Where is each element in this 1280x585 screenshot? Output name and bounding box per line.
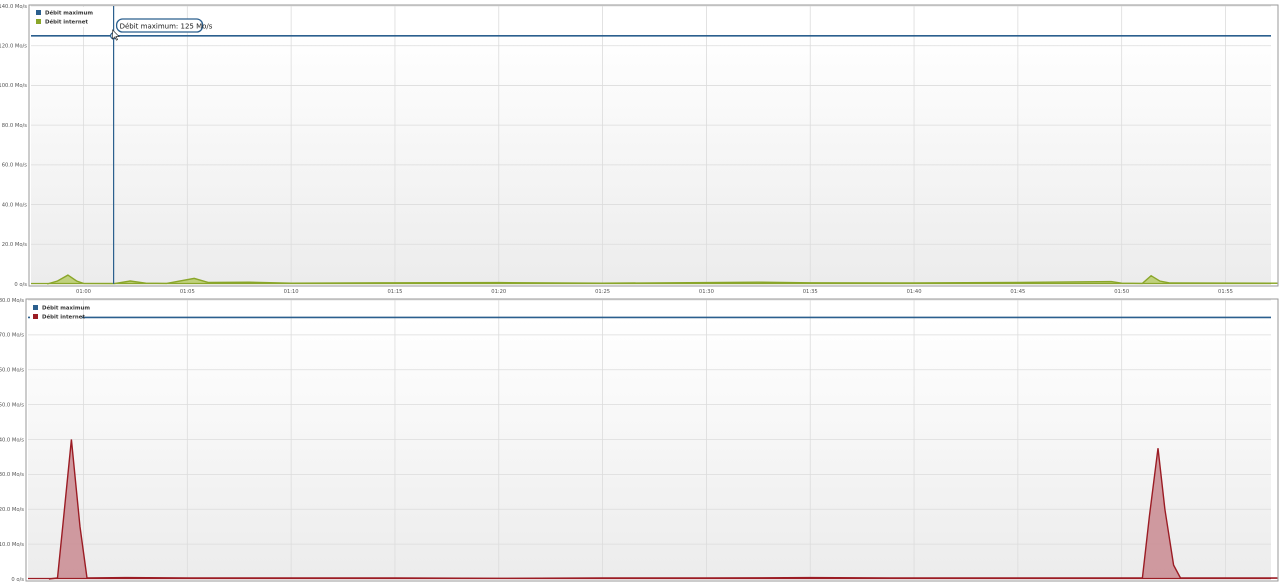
outbound-legend-label-max: Débit maximum xyxy=(42,305,90,312)
inbound-x-tick-label: 01:50 xyxy=(1114,289,1129,295)
tooltip-text: Débit maximum: 125 Mo/s xyxy=(120,22,213,30)
inbound-legend: Débit maximum Débit internet xyxy=(33,7,93,27)
inbound-x-tick-label: 01:20 xyxy=(491,289,506,295)
inbound-x-tick-label: 01:55 xyxy=(1218,289,1233,295)
inbound-x-tick-label: 01:45 xyxy=(1010,289,1025,295)
inbound-plot-area xyxy=(31,34,1271,284)
inbound-y-tick-label: 120.0 Mo/s xyxy=(0,44,27,50)
inbound-y-tick-label: 100.0 Mo/s xyxy=(0,83,27,89)
outbound-y-tick-label: 60.0 Mo/s xyxy=(0,368,24,374)
inbound-legend-swatch-internet xyxy=(36,19,41,24)
outbound-chart-svg[interactable]: 0 o/s 10.0 Mo/s 20.0 Mo/s 30.0 Mo/s 40.0 Mo/… xyxy=(0,298,1280,585)
inbound-legend-label-max: Débit maximum xyxy=(45,10,93,17)
outbound-legend-swatch-max xyxy=(33,305,38,310)
inbound-x-tick-label: 01:10 xyxy=(284,289,299,295)
outbound-legend-label-internet: Débit internet xyxy=(42,314,85,321)
outbound-legend: Débit maximum Débit internet xyxy=(30,302,90,322)
inbound-y-tick-label: 60.0 Mo/s xyxy=(2,163,28,169)
inbound-x-tick-label: 01:15 xyxy=(387,289,402,295)
inbound-y-tick-label: 80.0 Mo/s xyxy=(2,123,28,129)
inbound-x-tick-label: 01:05 xyxy=(180,289,195,295)
inbound-y-tick-label: 40.0 Mo/s xyxy=(2,202,28,208)
inbound-bandwidth-chart[interactable]: 0 o/s 20.0 Mo/s 40.0 Mo/s 60.0 Mo/s 80.0 Mo/… xyxy=(0,0,1280,298)
outbound-y-tick-label: 20.0 Mo/s xyxy=(0,507,24,513)
outbound-y-tick-label: 30.0 Mo/s xyxy=(0,472,24,478)
inbound-y-tick-label: 0 o/s xyxy=(14,282,27,288)
inbound-x-tick-label: 01:00 xyxy=(76,289,91,295)
outbound-plot-area xyxy=(28,318,1271,579)
inbound-y-tick-label: 140.0 Mo/s xyxy=(0,4,27,10)
inbound-x-tick-label: 01:40 xyxy=(907,289,922,295)
outbound-y-tick-label: 80.0 Mo/s xyxy=(0,298,24,304)
inbound-chart-svg[interactable]: 0 o/s 20.0 Mo/s 40.0 Mo/s 60.0 Mo/s 80.0 Mo/… xyxy=(0,0,1280,298)
outbound-y-tick-label: 10.0 Mo/s xyxy=(0,542,24,548)
outbound-bandwidth-chart[interactable]: 0 o/s 10.0 Mo/s 20.0 Mo/s 30.0 Mo/s 40.0 Mo/… xyxy=(0,298,1280,585)
inbound-y-tick-label: 20.0 Mo/s xyxy=(2,242,28,248)
inbound-x-tick-label: 01:25 xyxy=(595,289,610,295)
outbound-legend-swatch-internet xyxy=(33,314,38,319)
outbound-y-tick-label: 50.0 Mo/s xyxy=(0,402,24,408)
outbound-y-tick-label: 40.0 Mo/s xyxy=(0,437,24,443)
outbound-y-tick-label: 0 o/s xyxy=(11,577,24,583)
inbound-x-tick-label: 01:35 xyxy=(803,289,818,295)
inbound-legend-swatch-max xyxy=(36,10,41,15)
inbound-legend-label-internet: Débit internet xyxy=(45,19,88,26)
outbound-y-tick-label: 70.0 Mo/s xyxy=(0,333,24,339)
inbound-x-tick-label: 01:30 xyxy=(699,289,714,295)
